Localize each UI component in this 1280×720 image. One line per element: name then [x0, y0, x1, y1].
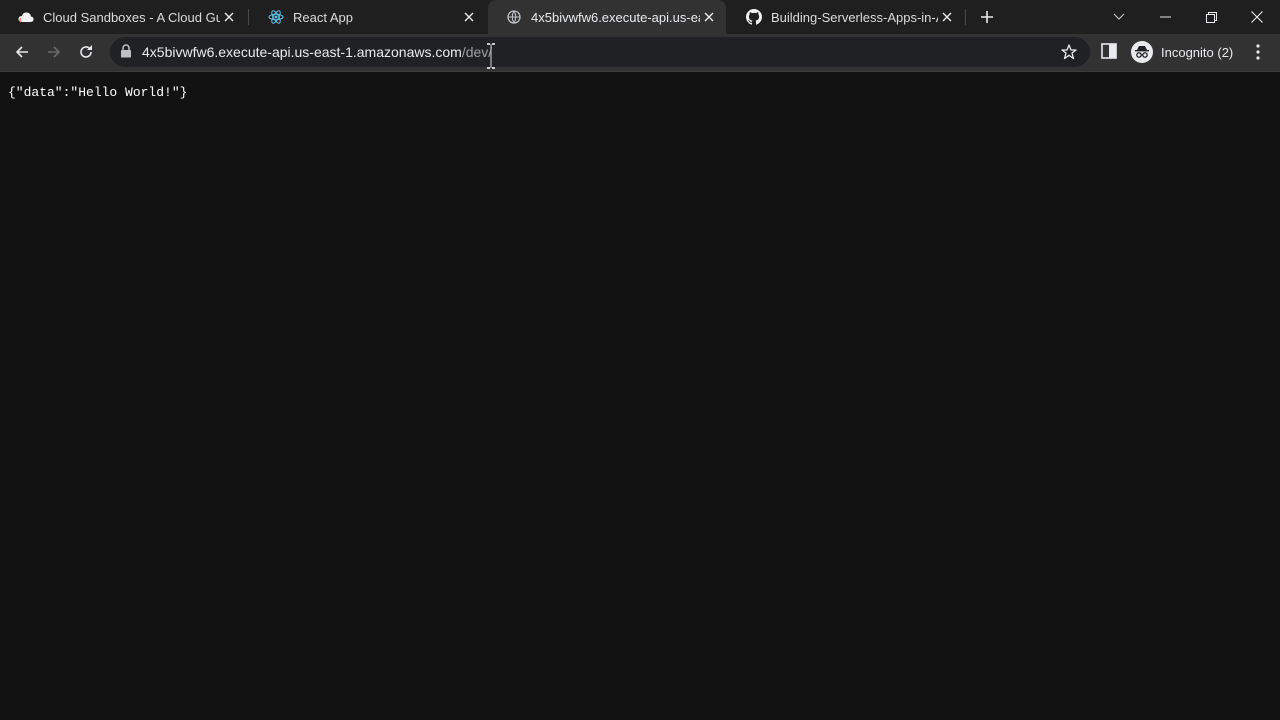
- restore-icon: [1205, 11, 1217, 23]
- tab-execute-api[interactable]: 4x5bivwfw6.execute-api.us-east-: [488, 0, 726, 34]
- plus-icon: [981, 11, 993, 23]
- close-tab-icon[interactable]: [700, 8, 718, 26]
- json-response-text: {"data":"Hello World!"}: [8, 85, 188, 100]
- arrow-right-icon: [48, 46, 61, 58]
- reload-icon: [80, 45, 92, 58]
- restore-button[interactable]: [1188, 0, 1234, 34]
- text-cursor-icon: [486, 42, 496, 70]
- new-tab-button[interactable]: [976, 6, 998, 28]
- tab-title: React App: [293, 9, 353, 25]
- more-menu-icon[interactable]: [1250, 42, 1266, 62]
- tab-cloud-sandboxes[interactable]: Cloud Sandboxes - A Cloud Guru: [0, 0, 246, 34]
- arrow-left-icon: [15, 46, 28, 58]
- globe-icon: [506, 9, 522, 25]
- side-panel-icon[interactable]: [1101, 43, 1119, 61]
- tab-strip: Cloud Sandboxes - A Cloud Guru React App…: [0, 0, 1280, 34]
- close-window-button[interactable]: [1234, 0, 1280, 34]
- reload-button[interactable]: [72, 38, 100, 66]
- tab-divider: [248, 9, 249, 25]
- github-icon: [746, 9, 762, 25]
- url-host: 4x5bivwfw6.execute-api.us-east-1.amazona…: [142, 44, 462, 60]
- browser-toolbar: 4x5bivwfw6.execute-api.us-east-1.amazona…: [0, 34, 1280, 71]
- tab-title: Cloud Sandboxes - A Cloud Guru: [43, 9, 220, 25]
- minimize-button[interactable]: [1142, 0, 1188, 34]
- close-tab-icon[interactable]: [220, 8, 238, 26]
- close-tab-icon[interactable]: [460, 8, 478, 26]
- tab-react-app[interactable]: React App: [250, 0, 486, 34]
- cloud-icon: [18, 9, 34, 25]
- close-icon: [1251, 11, 1263, 23]
- close-tab-icon[interactable]: [938, 8, 956, 26]
- bookmark-star-icon[interactable]: [1060, 43, 1078, 61]
- incognito-icon: [1131, 41, 1153, 63]
- profile-label: Incognito (2): [1161, 44, 1234, 60]
- back-button[interactable]: [8, 38, 36, 66]
- toolbar-divider: [0, 71, 1280, 72]
- tab-title: 4x5bivwfw6.execute-api.us-east-: [531, 9, 700, 25]
- tab-divider: [965, 9, 966, 25]
- tab-search-button[interactable]: [1096, 0, 1142, 34]
- react-icon: [268, 9, 284, 25]
- minimize-icon: [1159, 16, 1171, 18]
- url-text[interactable]: 4x5bivwfw6.execute-api.us-east-1.amazona…: [142, 44, 492, 60]
- chevron-down-icon: [1113, 13, 1125, 20]
- lock-icon[interactable]: [120, 44, 134, 60]
- incognito-profile-button[interactable]: Incognito (2): [1131, 40, 1233, 64]
- address-bar[interactable]: 4x5bivwfw6.execute-api.us-east-1.amazona…: [110, 37, 1090, 67]
- tab-title: Building-Serverless-Apps-in-AWS: [771, 9, 938, 25]
- tab-github-repo[interactable]: Building-Serverless-Apps-in-AWS: [728, 0, 964, 34]
- forward-button[interactable]: [40, 38, 68, 66]
